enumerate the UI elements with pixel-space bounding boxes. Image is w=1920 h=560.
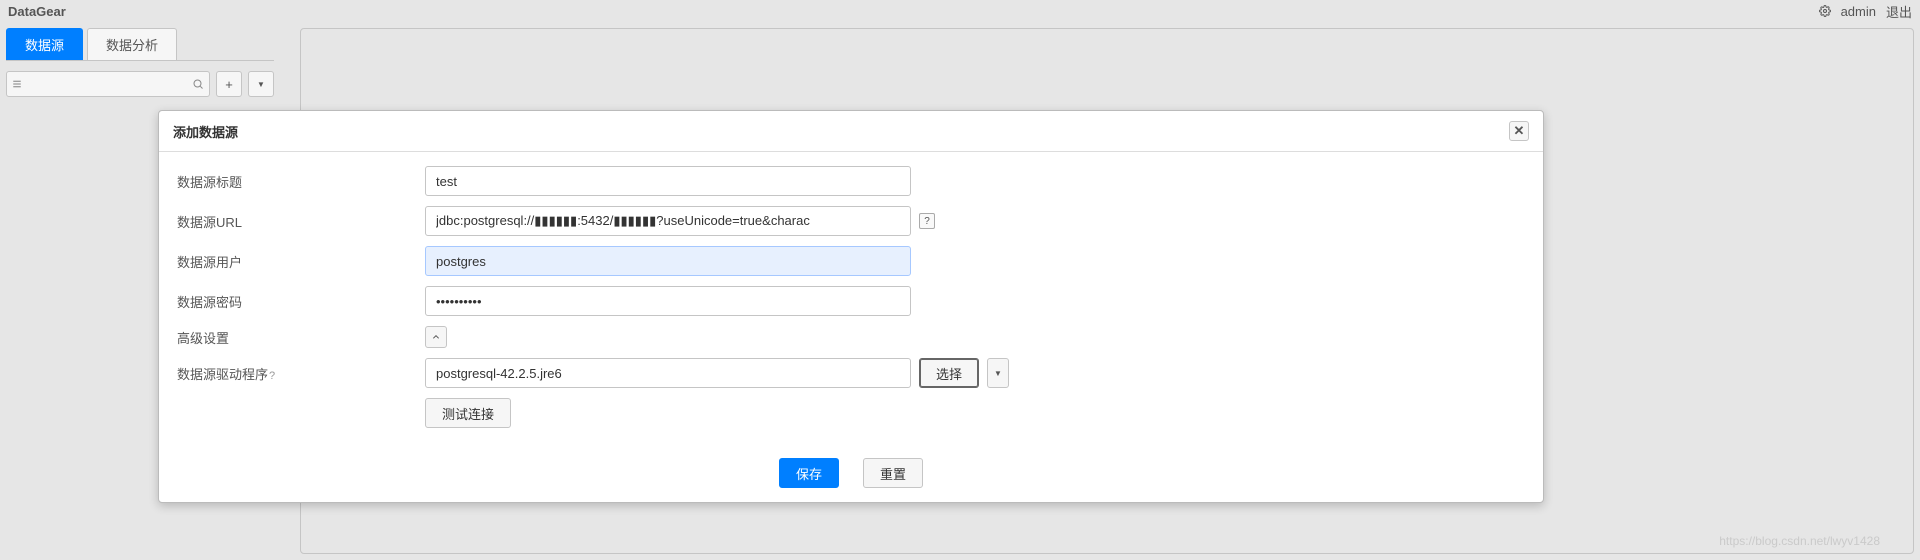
url-input[interactable] [425, 206, 911, 236]
password-input[interactable] [425, 286, 911, 316]
username-label[interactable]: admin [1841, 4, 1876, 19]
add-dropdown[interactable]: ▼ [248, 71, 274, 97]
tab-analysis[interactable]: 数据分析 [87, 28, 177, 60]
label-title: 数据源标题 [175, 172, 425, 191]
app-title: DataGear [8, 4, 66, 19]
sidebar-tabs: 数据源 数据分析 [6, 28, 274, 61]
label-password: 数据源密码 [175, 292, 425, 311]
gear-icon[interactable] [1819, 5, 1831, 17]
search-input[interactable] [6, 71, 210, 97]
driver-input[interactable] [425, 358, 911, 388]
app-header: DataGear admin 退出 [0, 0, 1920, 22]
advanced-toggle[interactable] [425, 326, 447, 348]
dialog-title: 添加数据源 [173, 122, 238, 141]
save-button[interactable]: 保存 [779, 458, 839, 488]
select-driver-dropdown[interactable]: ▼ [987, 358, 1009, 388]
label-driver: 数据源驱动程序? [175, 364, 425, 383]
logout-link[interactable]: 退出 [1886, 2, 1912, 21]
search-icon[interactable] [192, 78, 204, 90]
select-driver-button[interactable]: 选择 [919, 358, 979, 388]
label-user: 数据源用户 [175, 252, 425, 271]
reset-button[interactable]: 重置 [863, 458, 923, 488]
label-url: 数据源URL [175, 212, 425, 231]
add-datasource-dialog: 添加数据源 ✕ 数据源标题 数据源URL ? 数据源用户 数据源密码 [158, 110, 1544, 503]
list-icon [12, 79, 22, 89]
chevron-up-icon [432, 333, 440, 341]
add-button[interactable]: + [216, 71, 242, 97]
tab-datasource[interactable]: 数据源 [6, 28, 83, 60]
title-input[interactable] [425, 166, 911, 196]
test-connection-button[interactable]: 测试连接 [425, 398, 511, 428]
close-icon[interactable]: ✕ [1509, 121, 1529, 141]
url-help-icon[interactable]: ? [919, 213, 935, 229]
label-advanced: 高级设置 [175, 328, 425, 347]
user-input[interactable] [425, 246, 911, 276]
